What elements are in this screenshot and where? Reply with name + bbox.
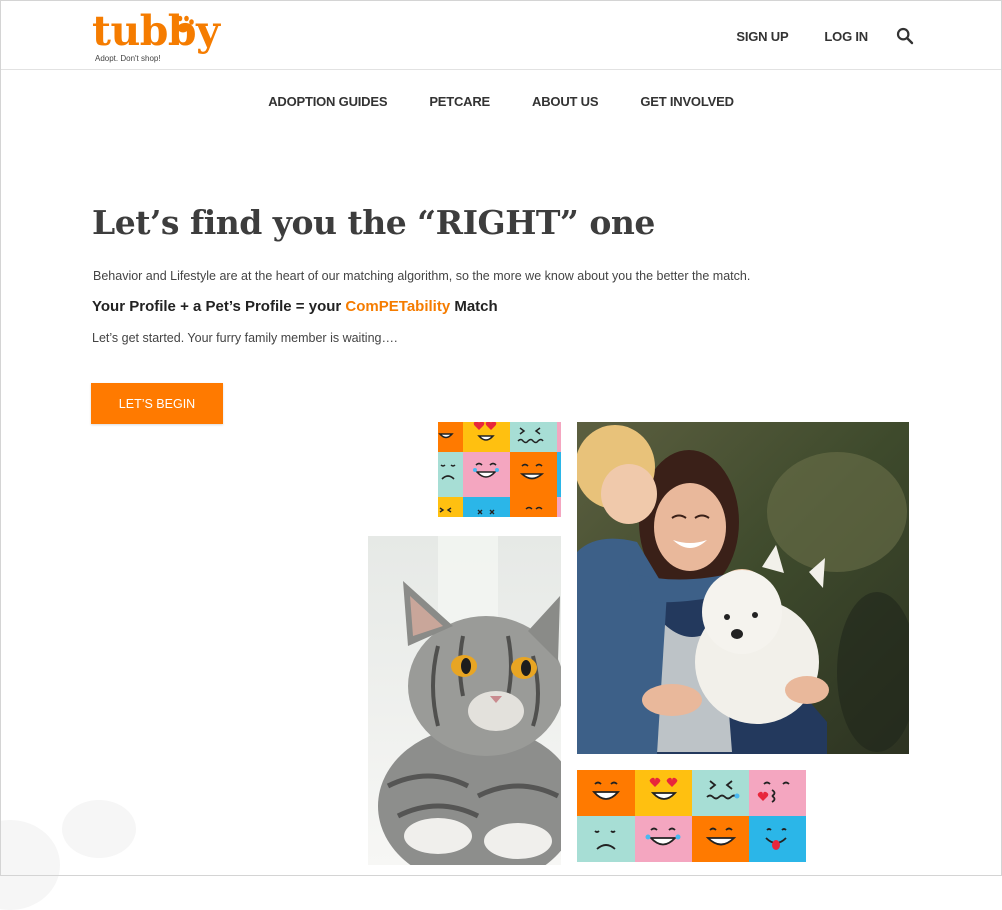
- cat-image: [368, 536, 561, 865]
- sign-up-link[interactable]: SIGN UP: [736, 29, 788, 44]
- emoji-grid-top-art: [438, 422, 561, 517]
- emoji-grid-bottom-image: [577, 770, 806, 862]
- logo-tagline: Adopt. Don't shop!: [95, 54, 161, 63]
- paw-icon: [172, 15, 194, 33]
- family-photo-art: [577, 422, 909, 754]
- decorative-blob: [62, 800, 136, 858]
- family-with-dog-image: [577, 422, 909, 754]
- formula-brand: ComPETability: [345, 298, 451, 315]
- nav-get-involved[interactable]: GET INVOLVED: [640, 94, 734, 109]
- compatibility-formula: Your Profile + a Pet’s Profile = your Co…: [92, 298, 498, 315]
- main-nav: ADOPTION GUIDES PETCARE ABOUT US GET INV…: [0, 94, 1002, 109]
- intro-text: Behavior and Lifestyle are at the heart …: [93, 269, 751, 283]
- lets-begin-button[interactable]: LET’S BEGIN: [91, 383, 223, 424]
- decorative-blob: [0, 820, 60, 910]
- search-icon[interactable]: [896, 27, 914, 45]
- nav-about-us[interactable]: ABOUT US: [532, 94, 598, 109]
- logo-wordmark: tubby: [92, 7, 220, 55]
- formula-suffix: Match: [454, 298, 498, 315]
- nav-petcare[interactable]: PETCARE: [429, 94, 490, 109]
- nav-adoption-guides[interactable]: ADOPTION GUIDES: [268, 94, 387, 109]
- tubby-logo[interactable]: tubby Adopt. Don't shop!: [92, 7, 222, 68]
- account-links: SIGN UP LOG IN: [700, 27, 914, 45]
- emoji-grid-top-image: [438, 422, 561, 517]
- page-title: Let’s find you the “RIGHT” one: [92, 203, 655, 242]
- get-started-text: Let’s get started. Your furry family mem…: [92, 331, 398, 345]
- log-in-link[interactable]: LOG IN: [824, 29, 868, 44]
- cat-photo-art: [368, 536, 561, 865]
- top-header: tubby Adopt. Don't shop! SIGN UP LOG IN: [0, 0, 1002, 70]
- emoji-grid-bottom-art: [577, 770, 806, 862]
- formula-prefix: Your Profile + a Pet’s Profile = your: [92, 298, 342, 315]
